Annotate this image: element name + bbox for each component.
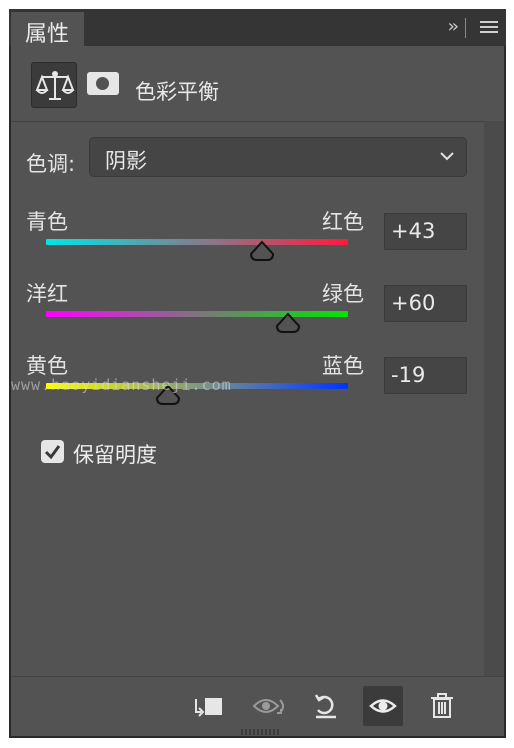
slider-value-input[interactable]: +60 [384,285,467,322]
tab-bar: 属性 ›› [9,9,506,47]
slider-value-input[interactable]: +43 [384,213,467,250]
color-balance-slider: 洋红 绿色 +60 [11,278,484,350]
preserve-luminosity-checkbox[interactable] [41,440,64,463]
header-divider [11,121,484,122]
checkmark-icon [44,445,61,460]
slider-value-input[interactable]: -19 [384,357,467,394]
slider-right-label: 蓝色 [322,354,364,378]
tab-properties[interactable]: 属性 [11,12,84,47]
reset-icon[interactable] [306,686,346,726]
page-title: 色彩平衡 [135,80,219,104]
slider-right-label: 绿色 [322,282,364,306]
mask-icon[interactable] [87,72,119,95]
balance-scale-icon[interactable] [31,62,77,108]
preserve-luminosity-label: 保留明度 [73,443,157,467]
tone-label: 色调: [26,152,76,176]
panel-footer [11,676,504,736]
scrollbar[interactable] [484,121,504,677]
trash-icon[interactable] [422,686,462,726]
properties-window: 属性 ›› 色彩平衡 色调: 阴影 青色 红色 +43 洋红 绿色 +60 黄色… [9,9,506,738]
slider-track[interactable] [46,239,348,245]
collapse-panels-button[interactable]: ›› [448,16,460,37]
slider-left-label: 洋红 [26,282,68,306]
visibility-eye-icon[interactable] [363,686,403,726]
panel-header: 色彩平衡 [11,46,504,119]
color-balance-slider: 青色 红色 +43 [11,206,484,278]
slider-track[interactable] [46,311,348,317]
resize-grip[interactable] [241,729,281,735]
properties-panel: 色彩平衡 色调: 阴影 青色 红色 +43 洋红 绿色 +60 黄色 蓝色 -19 www.ha… [11,46,504,736]
slider-thumb[interactable] [249,240,275,262]
clip-to-layer-icon[interactable] [188,686,228,726]
menu-icon[interactable] [480,21,498,35]
chevron-down-icon [440,152,454,161]
slider-right-label: 红色 [322,210,364,234]
tone-select-value: 阴影 [105,149,147,173]
watermark-text: www.haoyidiansheji.com [11,376,232,394]
view-previous-icon[interactable] [249,686,289,726]
slider-left-label: 青色 [26,210,68,234]
tone-select[interactable]: 阴影 [89,137,467,177]
toolbar-separator [465,18,466,38]
slider-thumb[interactable] [275,312,301,334]
